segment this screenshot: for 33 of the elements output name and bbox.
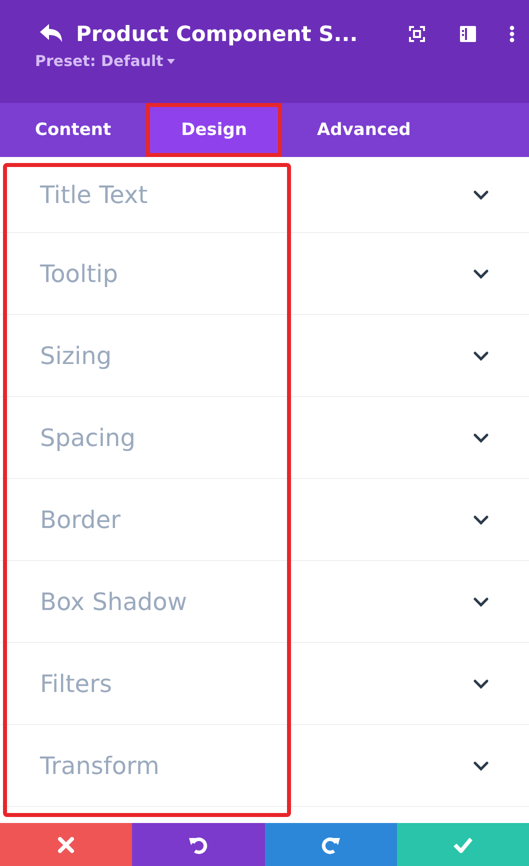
chevron-icon [473,190,489,200]
chevron-icon [473,596,489,606]
chevron-icon [473,432,489,442]
redo-icon [320,834,341,854]
redo-button[interactable] [264,823,397,866]
section-header[interactable]: Title Text [0,157,529,233]
section-header[interactable]: Sizing [0,315,529,397]
undo-icon [188,834,208,854]
more-icon[interactable] [509,25,515,43]
check-icon [452,836,473,852]
back-icon[interactable] [40,24,64,44]
undo-button[interactable] [132,823,264,866]
close-icon [58,836,74,852]
chevron-icon [473,268,489,278]
section-header[interactable]: Transform [0,725,529,807]
preset-dropdown[interactable]: Preset: Default [35,52,515,70]
section-header[interactable]: Box Shadow [0,561,529,643]
chevron-icon [473,760,489,770]
focus-icon[interactable] [409,26,425,42]
window-title: Product Component S... [76,22,359,46]
cancel-button[interactable] [0,823,132,866]
section-header[interactable]: Tooltip [0,233,529,315]
chevron-icon [473,678,489,688]
chevron-icon [473,350,489,360]
chevron-icon [473,514,489,524]
layout-icon[interactable] [459,25,477,43]
section-header[interactable]: Border [0,479,529,561]
tab[interactable]: Design [146,103,282,157]
tab[interactable]: Advanced [282,103,446,157]
caret-icon [167,58,176,64]
tab[interactable]: Content [0,103,146,157]
section-header[interactable]: Spacing [0,397,529,479]
section-header[interactable]: Filters [0,643,529,725]
